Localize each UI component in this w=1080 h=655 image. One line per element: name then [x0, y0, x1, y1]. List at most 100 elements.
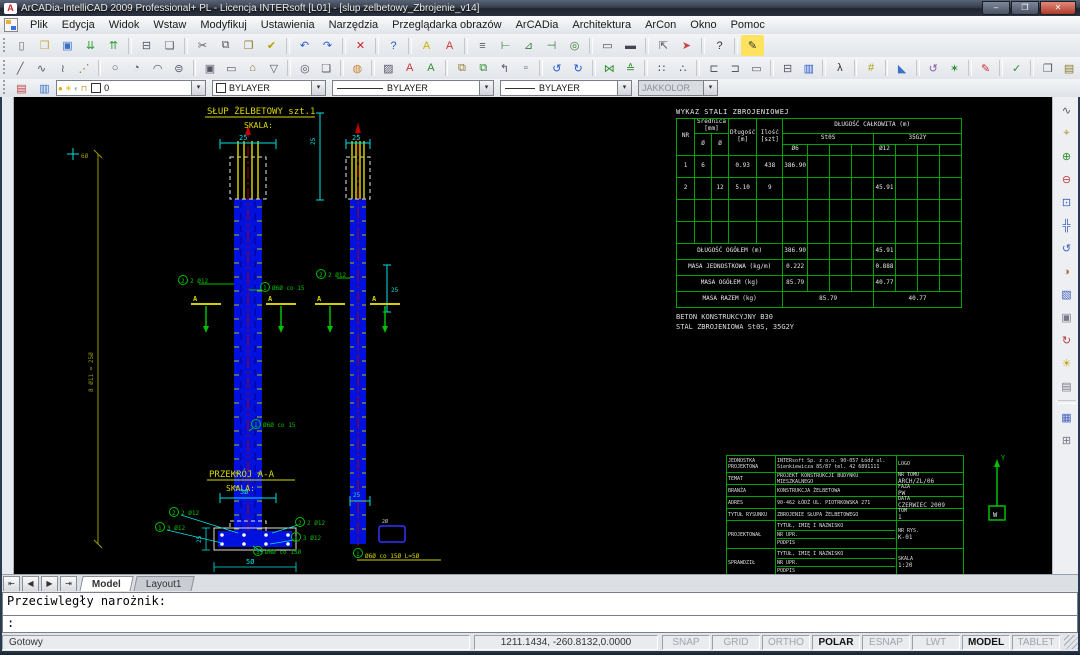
menu-arcon[interactable]: ArCon	[638, 17, 683, 33]
drawing-canvas[interactable]: AAAA 22 Ø121Ø6Ø co 1522 Ø121Ø6Ø co 1522 …	[0, 97, 1080, 574]
copy-multiple-button[interactable]: ⧉	[473, 58, 494, 79]
erase-button[interactable]: ✕	[349, 35, 372, 56]
spline-button[interactable]: ≀	[52, 58, 73, 79]
zoom-out-button[interactable]: ⊖	[1055, 168, 1079, 191]
brush-button[interactable]: ✎	[975, 58, 996, 79]
array-polar-button[interactable]: ∴	[672, 58, 693, 79]
freehand-button[interactable]: ∿	[31, 58, 52, 79]
array-button[interactable]: ∷	[651, 58, 672, 79]
command-input[interactable]: :	[2, 615, 1078, 633]
line-button[interactable]: ╱	[10, 58, 31, 79]
image-frame-button[interactable]: ❐	[1037, 58, 1058, 79]
arcadia-start-button[interactable]: ✎	[741, 35, 764, 56]
plot-small-button[interactable]: ⊟	[777, 58, 798, 79]
boundary-button[interactable]: ❏	[316, 58, 337, 79]
toggle-lwt[interactable]: LWT	[912, 635, 960, 650]
layer-on-icon[interactable]: ●	[58, 84, 63, 93]
layer-lock-icon[interactable]: ⊓	[81, 84, 87, 93]
wedge-button[interactable]: ▽	[263, 58, 284, 79]
cut-button[interactable]: ✂	[191, 35, 214, 56]
area-button[interactable]: ➤	[675, 35, 698, 56]
linetype-dropdown[interactable]: BYLAYER ▾	[332, 80, 494, 96]
lineweight-dropdown-arrow[interactable]: ▾	[617, 81, 631, 95]
context-help-button[interactable]: ?	[708, 35, 731, 56]
region-button[interactable]: ▣	[199, 58, 220, 79]
viewport-c-button[interactable]: ▭	[746, 58, 767, 79]
toolbar-grip[interactable]	[2, 38, 7, 54]
maximize-button[interactable]: ❐	[1011, 1, 1039, 15]
menu-okno[interactable]: Okno	[683, 17, 723, 33]
table-button[interactable]: ▦	[1055, 406, 1079, 429]
menu-ustawienia[interactable]: Ustawienia	[254, 17, 322, 33]
text-button[interactable]: A	[399, 58, 420, 79]
open-button[interactable]: ❒	[33, 35, 56, 56]
make-block-button[interactable]: ▫	[515, 58, 536, 79]
toolbar-grip[interactable]	[2, 60, 7, 76]
toggle-tablet[interactable]: TABLET	[1012, 635, 1060, 650]
rectangle-button[interactable]: ▭	[221, 58, 242, 79]
menu-widok[interactable]: Widok	[102, 17, 147, 33]
color-dropdown-arrow[interactable]: ▾	[311, 81, 325, 95]
tab-model[interactable]: Model	[79, 576, 133, 592]
mirror-button[interactable]: ⋈	[599, 58, 620, 79]
color-dropdown[interactable]: BYLAYER ▾	[212, 80, 326, 96]
toggle-model[interactable]: MODEL	[962, 635, 1010, 650]
dim-center-button[interactable]: ◎	[563, 35, 586, 56]
toggle-ortho[interactable]: ORTHO	[762, 635, 810, 650]
undo-button[interactable]: ↶	[293, 35, 316, 56]
minimize-button[interactable]: –	[982, 1, 1010, 15]
table-cell-button[interactable]: ⊞	[1055, 429, 1079, 452]
ellipse-button[interactable]: ⊜	[168, 58, 189, 79]
dim-linear-button[interactable]: ⊢	[494, 35, 517, 56]
align-button[interactable]: ≙	[620, 58, 641, 79]
tab-nav-0[interactable]: ⇤	[3, 576, 20, 592]
new-button[interactable]: ▯	[10, 35, 33, 56]
copy-button[interactable]: ⧉	[214, 35, 237, 56]
resize-grip[interactable]	[1064, 635, 1078, 649]
sphere-button[interactable]: ◍	[347, 58, 368, 79]
export-button[interactable]: ⇈	[102, 35, 125, 56]
layer-shade-icon[interactable]: ◐	[74, 84, 79, 93]
menu-wstaw[interactable]: Wstaw	[146, 17, 193, 33]
help-button[interactable]: ?	[382, 35, 405, 56]
zoom-in-button[interactable]: ⊕	[1055, 145, 1079, 168]
circle-2p-button[interactable]: ◔	[126, 58, 147, 79]
tab-nav-1[interactable]: ◀	[22, 576, 39, 592]
menu-przeglądarka-obrazów[interactable]: Przeglądarka obrazów	[385, 17, 508, 33]
pan-realtime-button[interactable]: ⌖	[1055, 122, 1079, 145]
shade-button[interactable]: ◑	[1055, 260, 1079, 283]
print-preview-button[interactable]: ❏	[158, 35, 181, 56]
dim-style-button[interactable]: A	[438, 35, 461, 56]
arc-button[interactable]: ◠	[147, 58, 168, 79]
menu-modyfikuj[interactable]: Modyfikuj	[193, 17, 253, 33]
layer-freeze-icon[interactable]: ☀	[65, 84, 72, 93]
menu-architektura[interactable]: Architektura	[565, 17, 638, 33]
layers-manager-button[interactable]: ▤	[10, 78, 33, 99]
rotate-copy-button[interactable]: ↻	[568, 58, 589, 79]
zoom-window-button[interactable]: ⊡	[1055, 191, 1079, 214]
donut-button[interactable]: ◎	[294, 58, 315, 79]
toggle-grid[interactable]: GRID	[712, 635, 760, 650]
dim-edit-button[interactable]: ⊣	[540, 35, 563, 56]
polygon-button[interactable]: ⌂	[242, 58, 263, 79]
rotate-button[interactable]: ↺	[546, 58, 567, 79]
plot-button[interactable]: ⊟	[135, 35, 158, 56]
dim-aligned-button[interactable]: ⊿	[517, 35, 540, 56]
layer-dropdown[interactable]: ● ☀ ◐ ⊓ 0 ▾	[56, 80, 206, 96]
light-button[interactable]: ☀	[1055, 352, 1079, 375]
regen-button[interactable]: ↺	[923, 58, 944, 79]
lineweight-dropdown[interactable]: BYLAYER ▾	[500, 80, 632, 96]
paste-button[interactable]: ❐	[237, 35, 260, 56]
toggle-snap[interactable]: SNAP	[662, 635, 710, 650]
zoom-previous-button[interactable]: ↺	[1055, 237, 1079, 260]
match-properties-button[interactable]: ✔	[260, 35, 283, 56]
import-button[interactable]: ⇊	[79, 35, 102, 56]
menu-plik[interactable]: Plik	[23, 17, 55, 33]
snap-grid-button[interactable]: #	[860, 58, 881, 79]
menu-edycja[interactable]: Edycja	[55, 17, 102, 33]
save-button[interactable]: ▣	[56, 35, 79, 56]
title-bar[interactable]: A ArCADia-IntelliCAD 2009 Professional+ …	[0, 0, 1080, 16]
explode-button[interactable]: ✶	[944, 58, 965, 79]
redo-button[interactable]: ↷	[316, 35, 339, 56]
viewport-single-button[interactable]: ▬	[619, 35, 642, 56]
